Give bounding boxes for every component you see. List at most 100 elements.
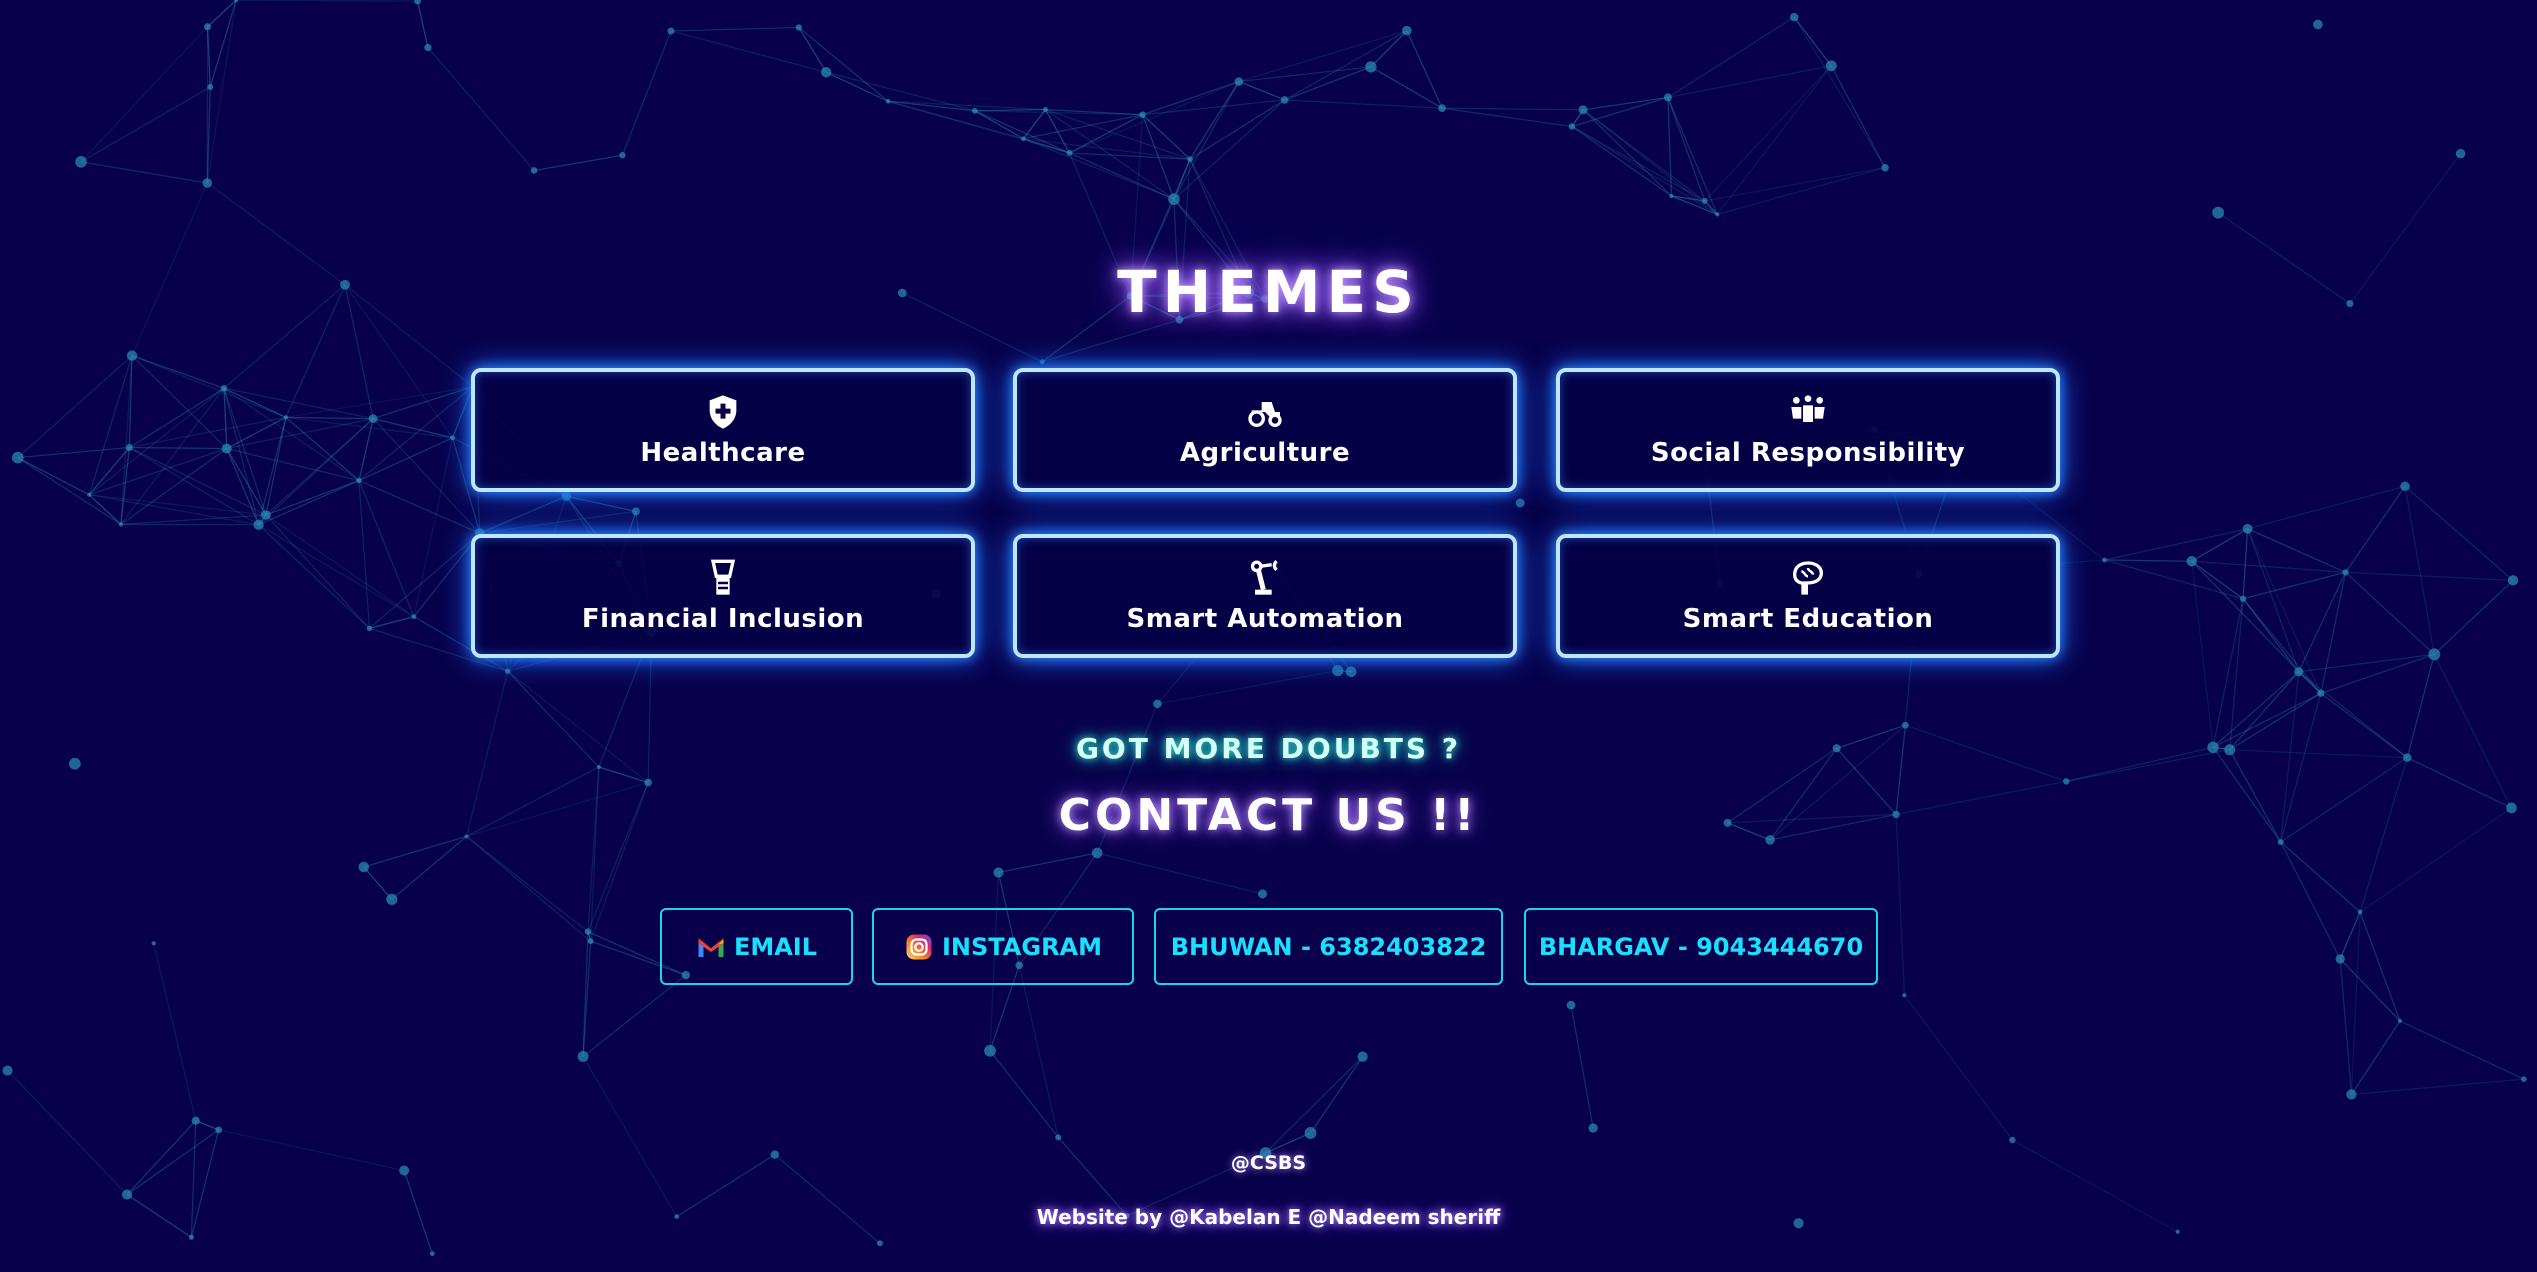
network-line (2104, 559, 2192, 562)
network-node (1701, 198, 1708, 204)
network-line (1571, 125, 1672, 197)
network-line (2280, 841, 2361, 913)
network-line (2104, 528, 2248, 561)
network-line (2247, 528, 2322, 694)
network-node (644, 778, 652, 787)
email-button[interactable]: EMAIL (660, 908, 853, 985)
network-node (2175, 1229, 2180, 1234)
theme-card-agriculture[interactable]: Agriculture (1013, 368, 1517, 492)
email-label: EMAIL (733, 932, 818, 961)
theme-card-social-responsibility[interactable]: Social Responsibility (1556, 368, 2060, 492)
network-node (1669, 194, 1674, 199)
network-line (120, 448, 228, 525)
network-line (1793, 16, 1886, 169)
network-line (1142, 114, 1191, 160)
contact-heading: CONTACT US !! (1058, 790, 1479, 841)
theme-card-financial-inclusion[interactable]: Financial Inclusion (471, 534, 975, 658)
network-line (2280, 841, 2341, 960)
network-node (450, 435, 456, 441)
network-line (2298, 653, 2435, 673)
network-line (129, 446, 227, 450)
network-line (1069, 80, 1240, 154)
network-node (1039, 359, 1045, 365)
network-line (1582, 109, 1718, 215)
network-line (2339, 911, 2361, 960)
network-line (372, 386, 473, 420)
network-line (1265, 1056, 1364, 1154)
network-node (2335, 954, 2345, 964)
network-node (220, 385, 228, 392)
network-node (1663, 93, 1672, 102)
network-node (1168, 193, 1180, 205)
network-line (80, 26, 208, 163)
network-node (202, 178, 213, 188)
network-node (253, 519, 264, 530)
network-node (1881, 163, 1889, 172)
network-node (2507, 575, 2519, 586)
network-line (1793, 16, 1832, 67)
network-line (598, 766, 649, 784)
network-node (215, 1126, 223, 1134)
network-node (596, 764, 601, 769)
network-line (265, 479, 360, 516)
network-line (1284, 99, 1443, 109)
network-node (191, 1116, 200, 1125)
network-line (258, 524, 415, 618)
network-node (1021, 136, 1026, 142)
network-node (125, 443, 133, 452)
theme-label: Smart Education (1682, 604, 1934, 634)
network-node (358, 861, 369, 873)
network-node (619, 152, 626, 159)
network-line (7, 1070, 128, 1196)
network-line (258, 524, 370, 629)
phone-bhargav-button[interactable]: BHARGAV - 9043444670 (1524, 908, 1878, 985)
theme-card-smart-automation[interactable]: Smart Automation (1013, 534, 1517, 658)
network-node (424, 43, 432, 52)
tractor-icon (1248, 402, 1282, 427)
network-line (1042, 319, 1180, 363)
instagram-button[interactable]: INSTAGRAM (872, 908, 1134, 985)
network-node (1280, 96, 1289, 104)
network-node (1257, 889, 1268, 899)
theme-card-healthcare[interactable]: Healthcare (471, 368, 975, 492)
network-line (265, 514, 370, 629)
theme-label: Agriculture (1179, 438, 1351, 468)
network-line (998, 852, 1098, 874)
network-line (2345, 571, 2514, 582)
network-node (1234, 77, 1244, 86)
network-line (507, 670, 649, 784)
network-line (226, 417, 374, 450)
network-line (2242, 528, 2249, 599)
theme-label: Smart Automation (1126, 604, 1404, 634)
network-node (2455, 148, 2466, 159)
network-node (1566, 1000, 1576, 1010)
network-node (2009, 1136, 2016, 1144)
network-line (363, 835, 467, 868)
network-node (2294, 667, 2304, 677)
network-node (2313, 19, 2323, 30)
network-node (993, 867, 1004, 878)
network-line (2191, 528, 2248, 562)
network-line (2191, 560, 2346, 573)
theme-card-smart-education[interactable]: Smart Education (1556, 534, 2060, 658)
theme-label: Financial Inclusion (581, 604, 865, 634)
network-node (1901, 721, 1909, 729)
network-node (1365, 61, 1377, 73)
network-node (631, 507, 640, 516)
network-line (1667, 97, 1706, 202)
network-line (466, 835, 592, 942)
network-node (2242, 523, 2253, 534)
network-node (1153, 699, 1162, 709)
network-node (2400, 481, 2410, 492)
network-line (825, 71, 889, 102)
phone-bhuwan-button[interactable]: BHUWAN - 6382403822 (1154, 908, 1503, 985)
phone-bhuwan-label: BHUWAN - 6382403822 (1170, 932, 1487, 961)
network-node (820, 66, 832, 78)
network-line (2320, 572, 2347, 694)
network-node (1578, 105, 1588, 115)
network-line (2298, 572, 2347, 673)
network-line (2345, 571, 2435, 655)
network-node (1515, 498, 1525, 508)
network-node (667, 27, 675, 35)
network-node (151, 941, 156, 946)
